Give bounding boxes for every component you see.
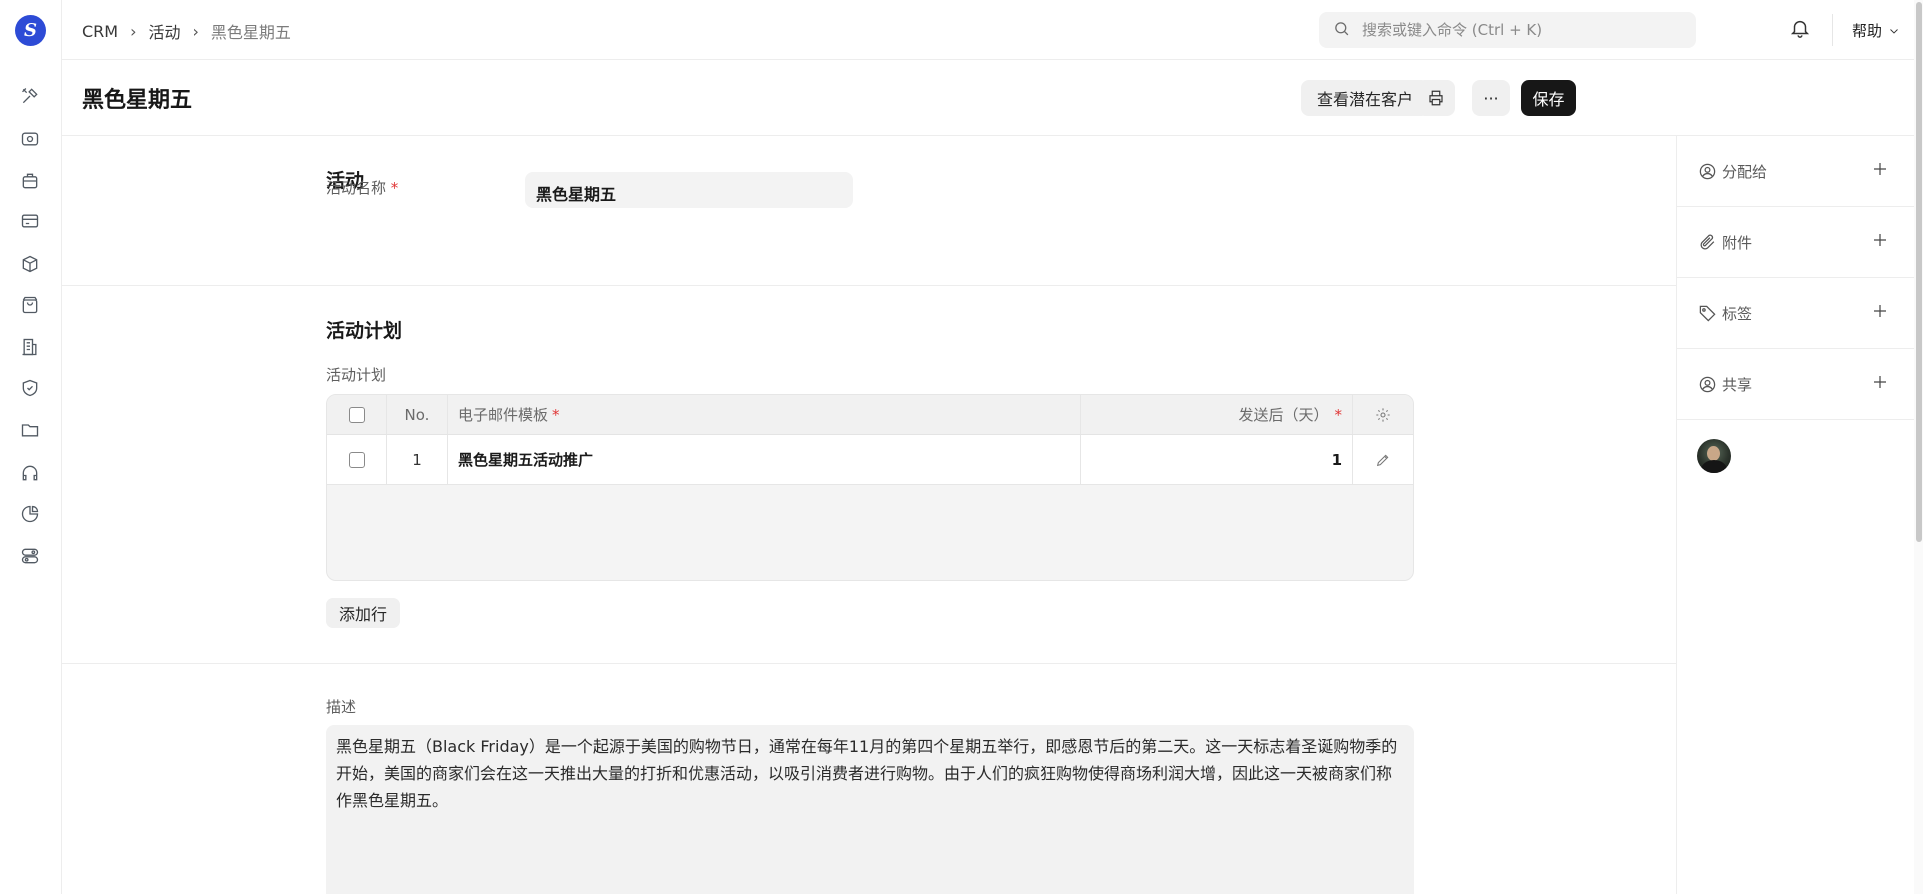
description-editor[interactable]: 黑色星期五（Black Friday）是一个起源于美国的购物节日，通常在每年11… <box>326 725 1414 894</box>
shield-icon[interactable] <box>19 377 41 399</box>
pie-chart-icon[interactable] <box>19 503 41 525</box>
card-icon[interactable] <box>19 210 41 232</box>
sidebar-item-assign[interactable]: 分配给 <box>1677 136 1915 207</box>
sidebar-item-label: 附件 <box>1722 234 1753 252</box>
col-email-template-text: 电子邮件模板 <box>458 406 549 424</box>
search-icon <box>1333 20 1350 41</box>
col-send-after-text: 发送后（天） <box>1238 406 1329 424</box>
plus-icon <box>1874 234 1886 246</box>
gear-icon <box>1376 407 1390 422</box>
help-dropdown[interactable]: 帮助 <box>1852 20 1900 41</box>
sidebar-item-label: 共享 <box>1722 376 1753 394</box>
table-header: No. 电子邮件模板 * 发送后（天） * <box>327 395 1413 435</box>
search-bar[interactable] <box>1319 12 1696 48</box>
folder-icon[interactable] <box>19 419 41 441</box>
page-title: 黑色星期五 <box>82 88 193 113</box>
row-email-template[interactable]: 黑色星期五活动推广 <box>448 435 1081 484</box>
form-sidebar: 分配给 附件 标签 共享 <box>1676 136 1915 894</box>
tools-icon[interactable] <box>19 85 41 107</box>
table-row[interactable]: 1 黑色星期五活动推广 1 <box>327 435 1413 485</box>
plus-icon <box>1874 376 1886 388</box>
cube-icon[interactable] <box>19 253 41 275</box>
share-user-icon <box>1698 375 1717 394</box>
breadcrumb-crm[interactable]: CRM <box>82 22 118 41</box>
save-button[interactable]: 保存 <box>1521 80 1576 116</box>
col-header-send-after: 发送后（天） * <box>1081 395 1353 434</box>
print-button[interactable] <box>1417 80 1455 116</box>
owner-avatar[interactable] <box>1697 439 1731 473</box>
select-all-checkbox[interactable] <box>348 406 365 423</box>
building-icon[interactable] <box>19 336 41 358</box>
form-main: 活动 活动名称 * 黑色星期五 活动计划 活动计划 No. 电子邮件模板 * 发… <box>62 136 1676 894</box>
required-mark: * <box>1334 405 1343 424</box>
campaign-name-label-text: 活动名称 <box>326 179 387 197</box>
briefcase-icon[interactable] <box>19 170 41 192</box>
breadcrumb: CRM › 活动 › 黑色星期五 <box>82 19 291 43</box>
sidebar-item-label: 标签 <box>1722 305 1753 323</box>
page-scrollbar[interactable] <box>1914 0 1923 894</box>
tag-icon <box>1698 304 1717 323</box>
description-label: 描述 <box>326 698 357 716</box>
campaign-name-field[interactable]: 黑色星期五 <box>525 172 853 208</box>
printer-icon <box>1429 90 1443 106</box>
bag-icon[interactable] <box>19 294 41 316</box>
chevron-down-icon <box>1890 28 1898 34</box>
row-select-cell <box>327 435 387 484</box>
help-label: 帮助 <box>1852 22 1883 40</box>
campaign-name-label: 活动名称 * <box>326 177 398 198</box>
pencil-icon <box>1376 454 1389 466</box>
section-divider <box>62 663 1676 664</box>
toggles-icon[interactable] <box>19 545 41 567</box>
add-assign-button[interactable] <box>1871 160 1891 180</box>
select-all-cell <box>327 395 387 434</box>
notification-bell-icon[interactable] <box>1789 17 1813 41</box>
chevron-right-icon: › <box>192 21 199 41</box>
add-tag-button[interactable] <box>1871 302 1891 322</box>
sidebar-item-attachments[interactable]: 附件 <box>1677 207 1915 278</box>
navbar-divider <box>1832 14 1833 46</box>
column-settings-button[interactable] <box>1353 395 1413 434</box>
breadcrumb-campaign[interactable]: 活动 <box>149 19 181 43</box>
section-divider <box>62 285 1676 286</box>
scrollbar-thumb[interactable] <box>1916 2 1922 542</box>
col-header-no: No. <box>387 395 448 434</box>
sidebar-item-share[interactable]: 共享 <box>1677 349 1915 420</box>
view-leads-button[interactable]: 查看潜在客户 <box>1301 80 1429 116</box>
row-send-after[interactable]: 1 <box>1081 435 1353 484</box>
chevron-right-icon: › <box>130 21 137 41</box>
headset-icon[interactable] <box>19 462 41 484</box>
assign-user-icon <box>1698 162 1717 181</box>
add-share-button[interactable] <box>1871 373 1891 393</box>
schedule-table-label: 活动计划 <box>326 366 387 384</box>
add-attachment-button[interactable] <box>1871 231 1891 251</box>
plus-icon <box>1874 305 1886 317</box>
col-header-email-template: 电子邮件模板 * <box>448 395 1081 434</box>
row-checkbox[interactable] <box>348 451 365 468</box>
breadcrumb-current[interactable]: 黑色星期五 <box>211 19 291 43</box>
edit-row-button[interactable] <box>1353 435 1413 484</box>
paperclip-icon <box>1698 233 1717 252</box>
top-navbar: CRM › 活动 › 黑色星期五 帮助 <box>62 0 1923 60</box>
required-mark: * <box>390 179 399 197</box>
more-actions-button[interactable]: ··· <box>1472 80 1510 116</box>
app-sidebar-rail: S <box>0 0 62 894</box>
sidebar-item-label: 分配给 <box>1722 163 1768 181</box>
app-logo[interactable]: S <box>15 15 46 46</box>
plus-icon <box>1874 163 1886 175</box>
required-mark: * <box>552 405 560 424</box>
page-header: 黑色星期五 查看潜在客户 ··· 保存 <box>62 60 1923 136</box>
section-heading-schedule: 活动计划 <box>326 320 403 342</box>
schedule-table: No. 电子邮件模板 * 发送后（天） * 1 黑色星期五活动推广 1 <box>326 394 1414 581</box>
add-row-button[interactable]: 添加行 <box>326 598 400 628</box>
row-no: 1 <box>387 435 448 484</box>
search-input[interactable] <box>1362 21 1662 39</box>
sidebar-item-tags[interactable]: 标签 <box>1677 278 1915 349</box>
eye-icon[interactable] <box>19 128 41 150</box>
